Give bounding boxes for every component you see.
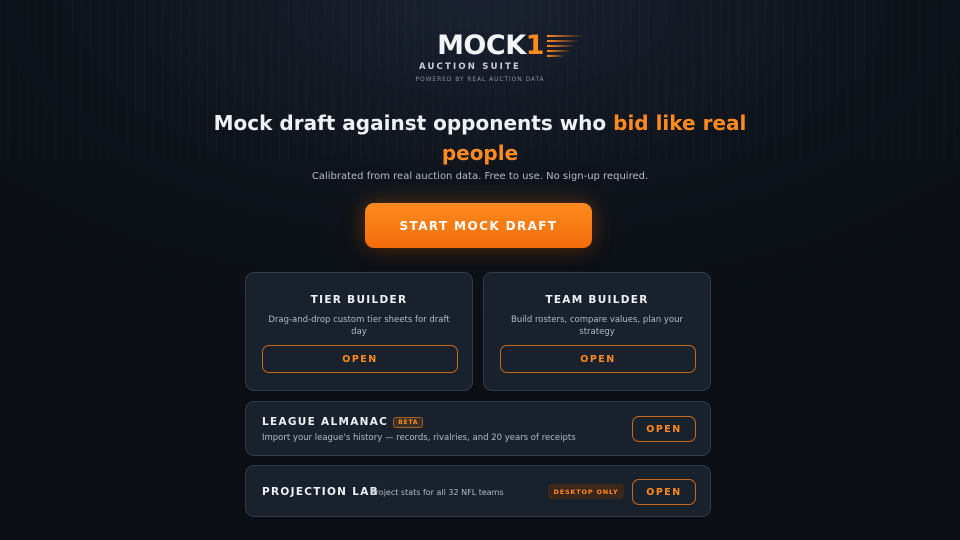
projection-lab-description: Project stats for all 32 NFL teams bbox=[371, 488, 504, 497]
logo-powered-by: POWERED BY REAL AUCTION DATA bbox=[415, 76, 545, 83]
page-title: Mock draft against opponents who bid lik… bbox=[180, 108, 780, 168]
tier-builder-description: Drag-and-drop custom tier sheets for dra… bbox=[268, 315, 450, 337]
speed-lines-icon bbox=[546, 35, 583, 57]
team-builder-card: TEAM BUILDER Build rosters, compare valu… bbox=[483, 272, 711, 391]
league-almanac-card: LEAGUE ALMANAC BETA Import your league's … bbox=[245, 401, 711, 456]
logo: MOCK1 AUCTION SUITE POWERED BY REAL AUCT… bbox=[0, 31, 960, 83]
league-almanac-title: LEAGUE ALMANAC BETA bbox=[262, 416, 424, 428]
logo-wordmark: MOCK1 bbox=[437, 30, 544, 61]
team-builder-title: TEAM BUILDER bbox=[545, 294, 649, 306]
headline-main: Mock draft against opponents who bbox=[213, 111, 607, 135]
logo-subtitle: AUCTION SUITE bbox=[418, 62, 522, 72]
league-almanac-open-button[interactable]: OPEN bbox=[632, 416, 696, 442]
projection-lab-open-button[interactable]: OPEN bbox=[632, 479, 696, 505]
tier-builder-open-button[interactable]: OPEN bbox=[262, 345, 458, 373]
league-almanac-description: Import your league's history — records, … bbox=[262, 433, 576, 443]
tier-builder-card: TIER BUILDER Drag-and-drop custom tier s… bbox=[245, 272, 473, 391]
team-builder-open-button[interactable]: OPEN bbox=[500, 345, 696, 373]
team-builder-description: Build rosters, compare values, plan your… bbox=[510, 315, 684, 337]
projection-lab-title: PROJECTION LAB bbox=[262, 486, 379, 498]
tagline: Calibrated from real auction data. Free … bbox=[311, 171, 649, 182]
beta-badge: BETA bbox=[393, 417, 424, 428]
projection-lab-card: PROJECTION LAB Project stats for all 32 … bbox=[245, 465, 711, 517]
desktop-only-badge: DESKTOP ONLY bbox=[548, 484, 624, 499]
tier-builder-title: TIER BUILDER bbox=[310, 294, 408, 306]
start-mock-draft-button[interactable]: START MOCK DRAFT bbox=[365, 203, 592, 248]
logo-mark: MOCK1 bbox=[437, 31, 583, 61]
